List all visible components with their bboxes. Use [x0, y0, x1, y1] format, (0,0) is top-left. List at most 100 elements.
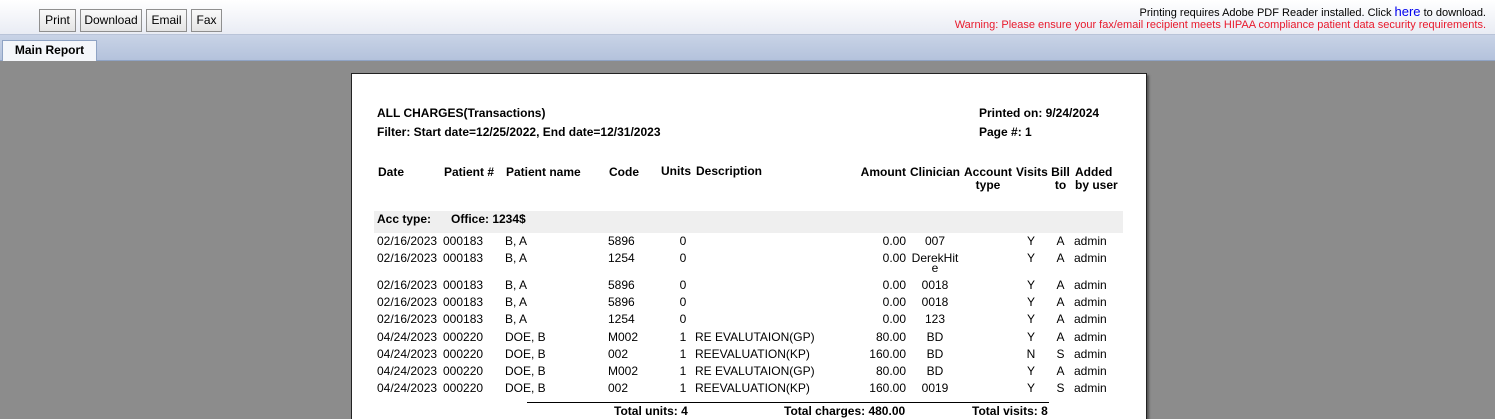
- cell-units: 1: [679, 347, 687, 361]
- cell-units: 0: [679, 251, 687, 265]
- cell-code: 5896: [608, 278, 635, 292]
- group-label: Acc type:: [377, 212, 432, 226]
- group-value: Office: 1234$: [451, 212, 526, 226]
- cell-date: 02/16/2023: [377, 278, 438, 292]
- printed-on: Printed on: 9/24/2024: [979, 106, 1100, 120]
- cell-patient-name: B, A: [505, 295, 528, 309]
- cell-amount: 0.00: [882, 234, 906, 248]
- col-date: Date: [378, 165, 405, 179]
- cell-date: 04/24/2023: [377, 364, 438, 378]
- download-button[interactable]: Download: [80, 9, 142, 32]
- cell-date: 04/24/2023: [377, 330, 438, 344]
- cell-visits: Y: [1026, 312, 1035, 326]
- col-account-type-line2: type: [975, 178, 1001, 192]
- cell-added-by: admin: [1074, 234, 1107, 248]
- cell-amount: 0.00: [882, 312, 906, 326]
- cell-patient-no: 000183: [443, 312, 484, 326]
- col-visits: Visits: [1016, 165, 1048, 179]
- cell-bill-to: S: [1056, 347, 1065, 361]
- cell-clinician-wrap: e: [931, 261, 939, 275]
- cell-patient-name: B, A: [505, 312, 528, 326]
- fax-button[interactable]: Fax: [191, 9, 222, 32]
- cell-clinician: 123: [924, 312, 946, 326]
- tab-bar: Main Report: [0, 35, 1495, 61]
- pdf-reader-download-link[interactable]: here: [1395, 4, 1421, 19]
- cell-added-by: admin: [1074, 330, 1107, 344]
- toolbar: Print Download Email Fax Printing requir…: [0, 0, 1495, 35]
- pdf-notice-prefix: Printing requires Adobe PDF Reader insta…: [1139, 7, 1392, 19]
- cell-bill-to: A: [1056, 278, 1065, 292]
- cell-patient-name: DOE, B: [505, 330, 546, 344]
- col-units: Units: [661, 164, 691, 178]
- totals-rule: [527, 402, 1049, 403]
- pdf-notice-suffix: to download.: [1423, 7, 1486, 19]
- cell-visits: Y: [1026, 251, 1035, 265]
- cell-bill-to: A: [1056, 330, 1065, 344]
- cell-amount: 160.00: [869, 381, 906, 395]
- pdf-notice: Printing requires Adobe PDF Reader insta…: [955, 4, 1486, 19]
- cell-visits: Y: [1026, 278, 1035, 292]
- cell-clinician: 0018: [921, 295, 949, 309]
- cell-clinician: BD: [926, 364, 944, 378]
- cell-date: 02/16/2023: [377, 312, 438, 326]
- cell-visits: Y: [1026, 381, 1035, 395]
- cell-visits: Y: [1026, 330, 1035, 344]
- col-bill-to-line2: to: [1054, 178, 1067, 192]
- cell-amount: 80.00: [875, 364, 906, 378]
- cell-added-by: admin: [1074, 251, 1107, 265]
- email-button[interactable]: Email: [146, 9, 187, 32]
- cell-code: 1254: [608, 251, 635, 265]
- col-patient-no: Patient #: [444, 165, 495, 179]
- col-patient-name: Patient name: [506, 165, 581, 179]
- cell-patient-no: 000220: [443, 330, 484, 344]
- cell-code: 5896: [608, 295, 635, 309]
- cell-patient-no: 000183: [443, 251, 484, 265]
- cell-clinician: 0018: [921, 278, 949, 292]
- cell-clinician: BD: [926, 330, 944, 344]
- cell-patient-no: 000220: [443, 364, 484, 378]
- cell-bill-to: A: [1056, 234, 1065, 248]
- cell-date: 02/16/2023: [377, 295, 438, 309]
- report-title: ALL CHARGES(Transactions): [377, 106, 546, 120]
- cell-visits: N: [1026, 347, 1036, 361]
- cell-added-by: admin: [1074, 295, 1107, 309]
- cell-patient-no: 000220: [443, 347, 484, 361]
- tab-main-report[interactable]: Main Report: [2, 40, 97, 61]
- cell-patient-name: B, A: [505, 234, 528, 248]
- cell-units: 0: [679, 312, 687, 326]
- cell-patient-name: DOE, B: [505, 347, 546, 361]
- cell-added-by: admin: [1074, 381, 1107, 395]
- cell-amount: 0.00: [882, 251, 906, 265]
- col-clinician: Clinician: [910, 165, 961, 179]
- cell-patient-no: 000183: [443, 278, 484, 292]
- col-added-by: Added by user: [1075, 166, 1118, 192]
- cell-clinician: BD: [926, 347, 944, 361]
- cell-description: REEVALUATION(KP): [695, 347, 810, 361]
- col-account-type: Account type: [963, 166, 1013, 192]
- cell-bill-to: A: [1056, 312, 1065, 326]
- cell-units: 0: [679, 295, 687, 309]
- cell-units: 1: [679, 381, 687, 395]
- cell-units: 1: [679, 364, 687, 378]
- cell-date: 02/16/2023: [377, 251, 438, 265]
- cell-bill-to: S: [1056, 381, 1065, 395]
- cell-description: REEVALUATION(KP): [695, 381, 810, 395]
- cell-patient-no: 000183: [443, 234, 484, 248]
- col-description: Description: [696, 164, 763, 178]
- cell-date: 02/16/2023: [377, 234, 438, 248]
- cell-units: 0: [679, 278, 687, 292]
- cell-code: M002: [608, 364, 639, 378]
- total-units: Total units: 4: [614, 404, 688, 418]
- cell-patient-name: DOE, B: [505, 381, 546, 395]
- total-charges: Total charges: 480.00: [784, 404, 906, 418]
- cell-date: 04/24/2023: [377, 347, 438, 361]
- cell-added-by: admin: [1074, 312, 1107, 326]
- cell-patient-name: B, A: [505, 251, 528, 265]
- cell-bill-to: A: [1056, 251, 1065, 265]
- cell-bill-to: A: [1056, 364, 1065, 378]
- cell-patient-name: B, A: [505, 278, 528, 292]
- total-visits: Total visits: 8: [972, 404, 1048, 418]
- print-button[interactable]: Print: [39, 9, 76, 32]
- cell-added-by: admin: [1074, 347, 1107, 361]
- cell-clinician: 007: [924, 234, 946, 248]
